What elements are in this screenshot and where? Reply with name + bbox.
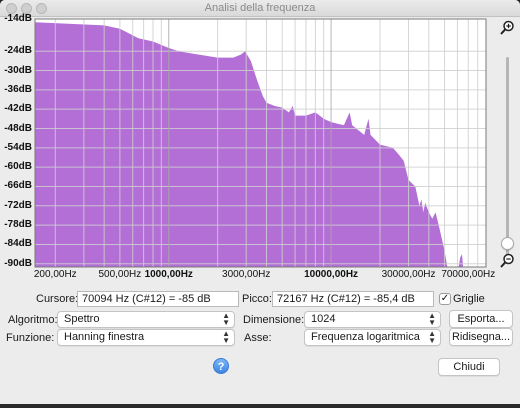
size-select[interactable]: 1024 ▲ ▼	[304, 311, 441, 328]
x-tick-label: 10000,00Hz	[304, 269, 359, 280]
size-label: Dimensione:	[243, 314, 305, 326]
export-button[interactable]: Esporta...	[449, 310, 513, 328]
x-tick-label: 70000,00Hz	[441, 269, 496, 280]
axis-select-value: Frequenza logaritmica	[311, 331, 420, 343]
function-label: Funzione:	[6, 332, 55, 344]
window-function-select-value: Hanning finestra	[64, 331, 145, 343]
x-tick-label: 500,00Hz	[98, 269, 142, 280]
x-tick-label: 30000,00Hz	[381, 269, 436, 280]
x-tick-label: 3000,00Hz	[222, 269, 271, 280]
size-select-value: 1024	[311, 313, 336, 325]
cursor-value-field: 70094 Hz (C#12) = -85 dB	[77, 291, 239, 307]
algorithm-select-value: Spettro	[64, 313, 100, 325]
select-arrows-icon: ▲ ▼	[222, 311, 230, 327]
frequency-analysis-window: Analisi della frequenza -14dB -24dB -30dB -…	[0, 0, 520, 404]
peak-label: Picco:	[242, 293, 272, 305]
select-arrows-icon: ▲ ▼	[222, 329, 230, 345]
window-function-select[interactable]: Hanning finestra ▲ ▼	[57, 329, 235, 346]
spectrum-plot-area: -14dB -24dB -30dB -36dB -42dB -48dB -54dB -60dB…	[0, 13, 520, 287]
replot-button[interactable]: Ridisegna...	[449, 328, 513, 346]
desktop-background-strip	[0, 404, 520, 408]
zoom-out-icon[interactable]	[499, 253, 515, 269]
grid-label: Griglie	[453, 293, 485, 305]
x-tick-label: 200,00Hz	[33, 269, 77, 280]
algorithm-label: Algoritmo:	[8, 314, 58, 326]
zoom-in-icon[interactable]	[499, 20, 515, 36]
zoom-slider-knob[interactable]	[501, 237, 514, 250]
zoom-slider-track[interactable]	[506, 57, 509, 262]
spectrum-chart[interactable]	[0, 17, 520, 287]
axis-label: Asse:	[244, 332, 272, 344]
cursor-label: Cursore:	[36, 293, 79, 305]
grid-checkbox[interactable]: ✓	[439, 293, 451, 305]
select-arrows-icon: ▲ ▼	[428, 311, 436, 327]
window-title: Analisi della frequenza	[204, 2, 316, 14]
x-tick-label: 1000,00Hz	[144, 269, 193, 280]
peak-value-field: 72167 Hz (C#12) = -85,4 dB	[272, 291, 434, 307]
select-arrows-icon: ▲ ▼	[428, 329, 436, 345]
axis-select[interactable]: Frequenza logaritmica ▲ ▼	[304, 329, 441, 346]
algorithm-select[interactable]: Spettro ▲ ▼	[57, 311, 235, 328]
title-bar: Analisi della frequenza	[0, 0, 520, 17]
help-icon[interactable]: ?	[213, 358, 229, 374]
close-button[interactable]: Chiudi	[438, 358, 500, 376]
